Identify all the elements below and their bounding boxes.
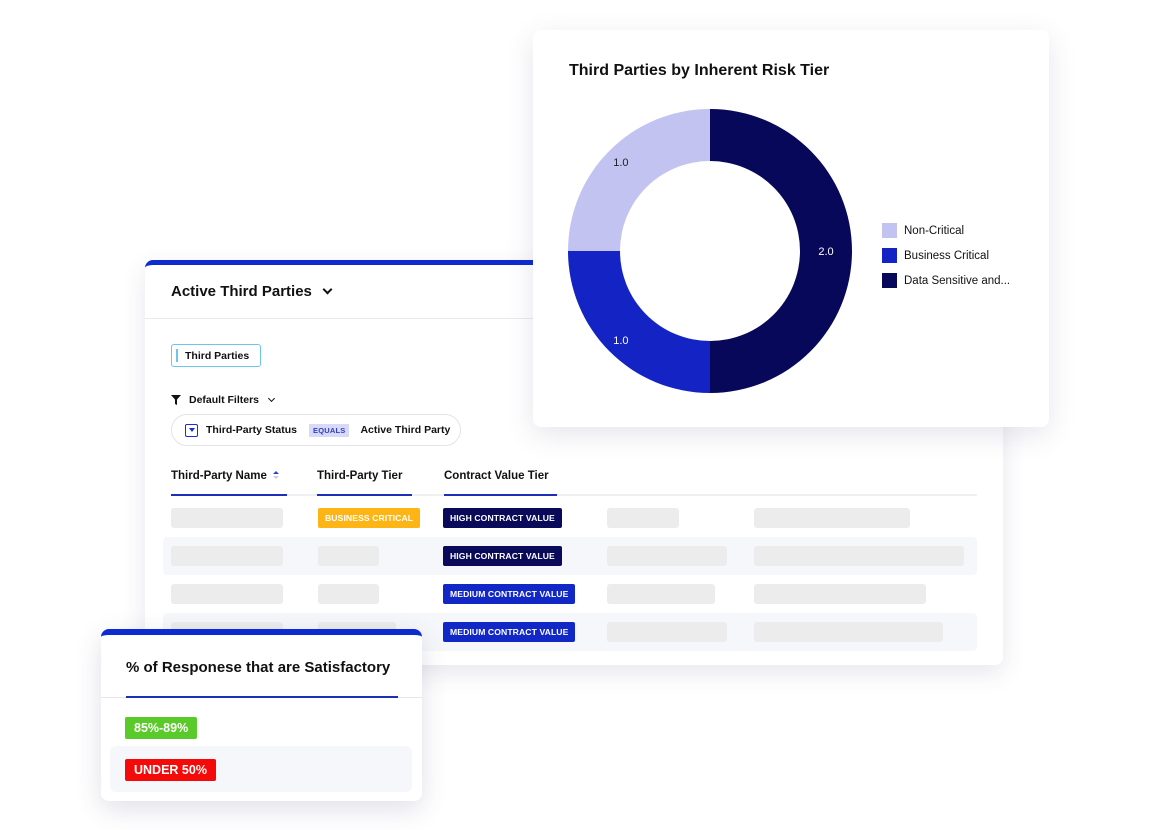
table-header: Third-Party Name Third-Party Tier Contra… bbox=[171, 467, 977, 496]
legend-item-business-critical[interactable]: Business Critical bbox=[882, 243, 1010, 268]
card-title: Active Third Parties bbox=[171, 283, 312, 300]
title-underline bbox=[126, 696, 398, 698]
column-header-tier[interactable]: Third-Party Tier bbox=[317, 467, 412, 496]
legend-swatch bbox=[882, 248, 897, 263]
range-badge: UNDER 50% bbox=[125, 759, 216, 781]
column-header-contract-value[interactable]: Contract Value Tier bbox=[444, 467, 557, 496]
skeleton-cell bbox=[607, 546, 727, 566]
contract-value-badge: HIGH CONTRACT VALUE bbox=[443, 546, 562, 566]
skeleton-cell bbox=[171, 584, 283, 604]
skeleton-cell bbox=[754, 622, 943, 642]
skeleton-cell bbox=[607, 584, 715, 604]
chevron-down-icon bbox=[267, 394, 276, 403]
risk-tier-chart-card: Third Parties by Inherent Risk Tier 2.0 1… bbox=[533, 30, 1049, 427]
donut-slice-non-critical[interactable] bbox=[568, 109, 710, 251]
skeleton-cell bbox=[318, 584, 379, 604]
contract-value-badge: MEDIUM CONTRACT VALUE bbox=[443, 584, 576, 604]
contract-value-badge: MEDIUM CONTRACT VALUE bbox=[443, 622, 576, 642]
tier-badge: BUSINESS CRITICAL bbox=[318, 508, 421, 528]
filter-chip[interactable]: Third-Party Status EQUALS Active Third P… bbox=[171, 414, 461, 446]
default-filters-toggle[interactable]: Default Filters bbox=[171, 394, 276, 406]
skeleton-cell bbox=[754, 584, 926, 604]
satisfactory-responses-card: % of Responese that are Satisfactory 85%… bbox=[101, 629, 422, 801]
list-item[interactable]: UNDER 50% bbox=[110, 746, 412, 792]
skeleton-cell bbox=[607, 508, 679, 528]
skeleton-cell bbox=[171, 546, 283, 566]
filter-value: Active Third Party bbox=[360, 424, 451, 436]
table-row[interactable]: HIGH CONTRACT VALUE bbox=[163, 537, 977, 575]
table-row[interactable]: MEDIUM CONTRACT VALUE bbox=[163, 575, 977, 613]
skeleton-cell bbox=[318, 546, 379, 566]
data-label-business-critical: 1.0 bbox=[613, 335, 628, 347]
donut-slice-business-critical[interactable] bbox=[568, 251, 710, 393]
skeleton-cell bbox=[754, 546, 964, 566]
card-title: % of Responese that are Satisfactory bbox=[126, 659, 391, 676]
column-header-name[interactable]: Third-Party Name bbox=[171, 467, 287, 496]
chart-legend: Non-Critical Business Critical Data Sens… bbox=[882, 218, 1010, 293]
data-label-data-sensitive: 2.0 bbox=[818, 246, 833, 258]
skeleton-cell bbox=[171, 508, 283, 528]
filter-operator: EQUALS bbox=[309, 423, 350, 437]
range-badge: 85%-89% bbox=[125, 717, 198, 739]
chevron-down-icon[interactable] bbox=[322, 284, 333, 295]
legend-item-data-sensitive[interactable]: Data Sensitive and... bbox=[882, 268, 1010, 293]
data-label-non-critical: 1.0 bbox=[613, 157, 628, 169]
contract-value-badge: HIGH CONTRACT VALUE bbox=[443, 508, 562, 528]
default-filters-label: Default Filters bbox=[189, 394, 260, 406]
skeleton-cell bbox=[607, 622, 727, 642]
table-row[interactable]: BUSINESS CRITICAL HIGH CONTRACT VALUE bbox=[163, 499, 977, 537]
filter-field: Third-Party Status bbox=[206, 424, 298, 436]
list-item[interactable]: 85%-89% bbox=[110, 704, 412, 750]
tab-third-parties[interactable]: Third Parties bbox=[171, 344, 262, 367]
legend-swatch bbox=[882, 223, 897, 238]
dropdown-icon[interactable] bbox=[185, 423, 198, 437]
legend-swatch bbox=[882, 273, 897, 288]
sort-ascending-icon[interactable] bbox=[272, 471, 279, 480]
filter-icon bbox=[171, 395, 181, 405]
legend-item-non-critical[interactable]: Non-Critical bbox=[882, 218, 1010, 243]
skeleton-cell bbox=[754, 508, 910, 528]
